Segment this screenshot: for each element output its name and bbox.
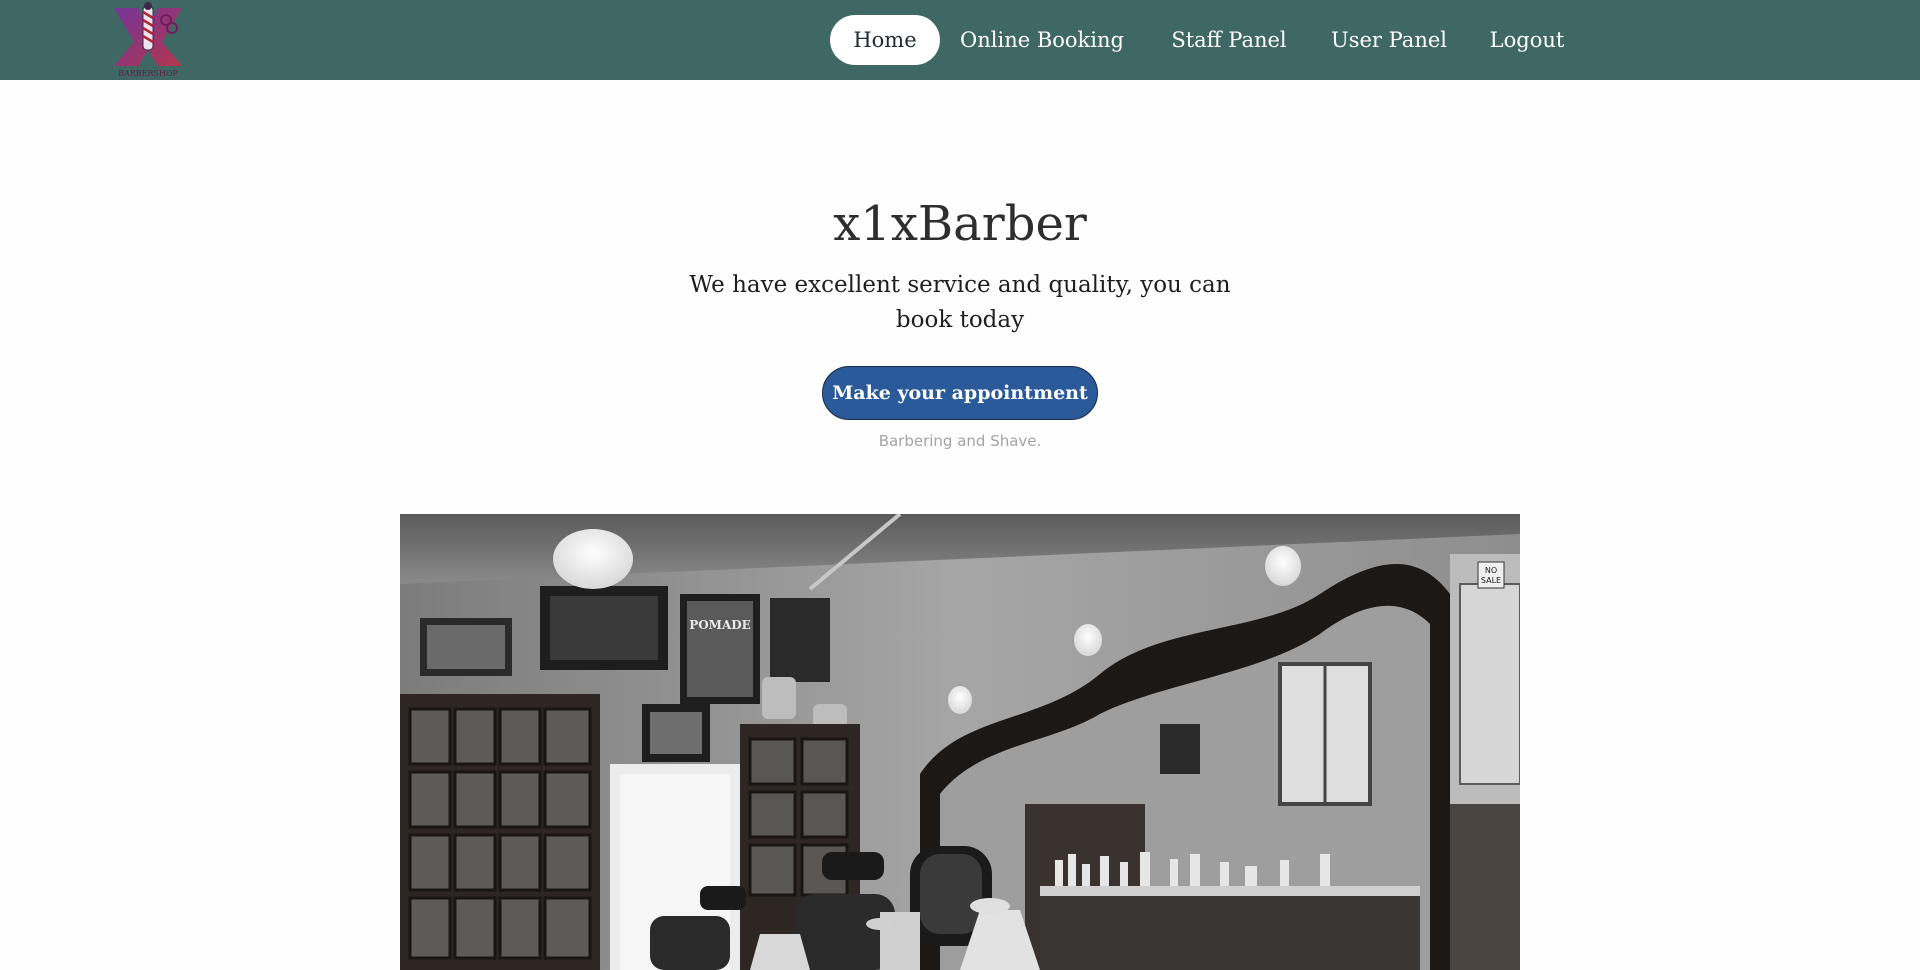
nav-home[interactable]: Home xyxy=(830,15,940,65)
nav-logout[interactable]: Logout xyxy=(1474,15,1580,65)
page-title: x1xBarber xyxy=(833,196,1087,252)
make-appointment-button[interactable]: Make your appointment xyxy=(822,366,1098,420)
barbershop-pole-logo-icon: BARBERSHOP xyxy=(114,2,182,78)
pomade-sign-text: POMADE xyxy=(689,618,751,632)
hero-subtitle: We have excellent service and quality, y… xyxy=(689,272,1231,333)
tagline: Barbering and Shave. xyxy=(878,432,1042,450)
logo-text: BARBERSHOP xyxy=(118,69,178,78)
no-sign-text: NO xyxy=(1485,566,1497,575)
nav-online-booking[interactable]: Online Booking xyxy=(942,15,1142,65)
top-navbar: BARBERSHOP Home Online Booking Staff Pan… xyxy=(0,0,1920,80)
nav-staff-panel[interactable]: Staff Panel xyxy=(1144,15,1314,65)
barbershop-interior-photo: POMADE NO SALE xyxy=(400,514,1520,970)
sale-sign-text: SALE xyxy=(1481,576,1501,585)
barbershop-logo[interactable]: BARBERSHOP xyxy=(108,2,188,78)
nav-user-panel[interactable]: User Panel xyxy=(1314,15,1464,65)
